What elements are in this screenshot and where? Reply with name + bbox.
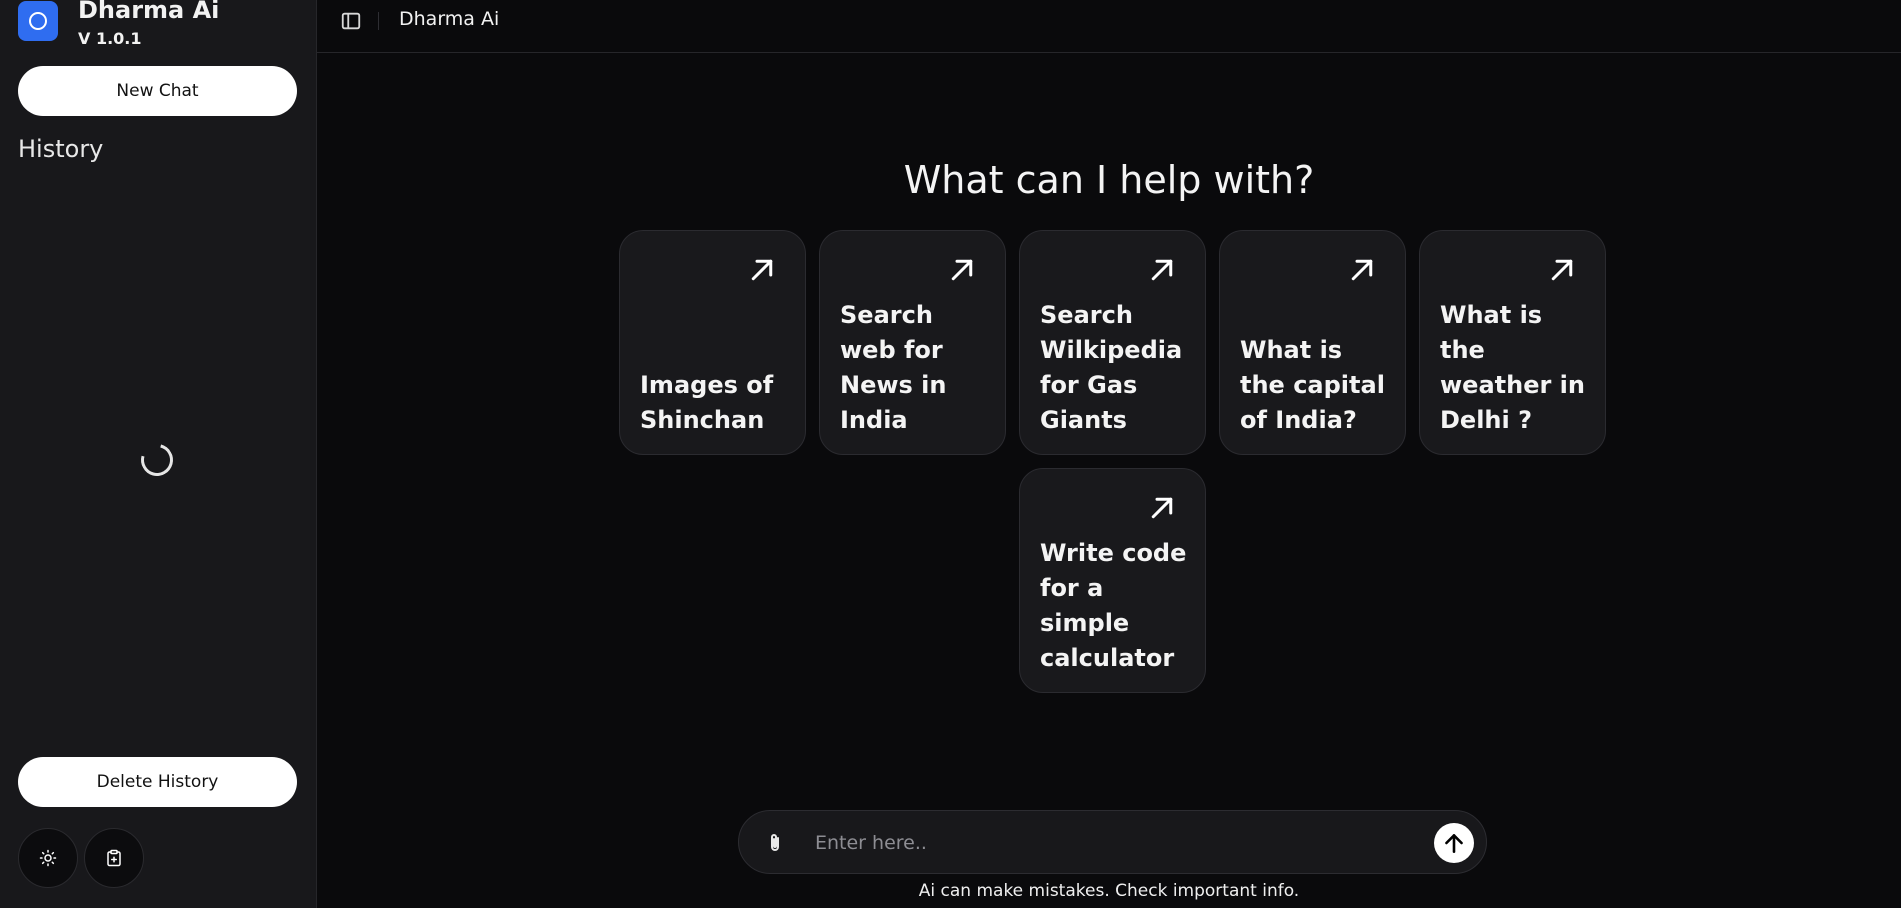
arrow-up-right-icon [1151, 259, 1173, 281]
app-logo-icon [18, 1, 58, 41]
theme-toggle-button[interactable] [18, 828, 78, 888]
arrow-up-right-icon [751, 259, 773, 281]
send-button[interactable] [1434, 823, 1474, 863]
suggestion-card-calculator-code[interactable]: Write code for a simple calculator [1019, 468, 1206, 693]
paperclip-icon[interactable] [763, 830, 787, 856]
clipboard-plus-icon [107, 849, 121, 867]
app-name: Dharma Ai [78, 0, 220, 24]
delete-history-button[interactable]: Delete History [18, 757, 297, 807]
suggestion-label: What is the weather in Delhi ? [1440, 301, 1585, 434]
app-window: Dharma Ai V 1.0.1 New Chat History Delet… [0, 0, 1901, 908]
app-version: V 1.0.1 [78, 29, 142, 48]
page-title: What can I help with? [903, 158, 1315, 202]
arrow-up-right-icon [951, 259, 973, 281]
new-chat-button[interactable]: New Chat [18, 66, 297, 116]
sidebar-toggle-icon[interactable] [340, 10, 362, 32]
history-title: History [18, 135, 104, 163]
suggestion-label: Search Wilkipedia for Gas Giants [1040, 301, 1183, 434]
arrow-up-right-icon [1351, 259, 1373, 281]
sun-icon [39, 849, 57, 867]
arrow-up-right-icon [1551, 259, 1573, 281]
clipboard-button[interactable] [84, 828, 144, 888]
suggestion-card-capital-of-india[interactable]: What is the capital of India? [1219, 230, 1406, 455]
message-input[interactable] [813, 823, 1377, 863]
sidebar: Dharma Ai V 1.0.1 New Chat History Delet… [0, 0, 317, 908]
top-bar: Dharma Ai [317, 0, 1901, 53]
suggestion-label: What is the capital of India? [1240, 336, 1385, 434]
disclaimer-text: Ai can make mistakes. Check important in… [918, 881, 1300, 901]
arrow-up-icon [1445, 834, 1463, 853]
suggestion-label: Search web for News in India [840, 301, 947, 434]
header-divider [378, 12, 379, 30]
loading-spinner-icon [135, 438, 179, 482]
header-title: Dharma Ai [399, 8, 500, 30]
suggestion-card-weather-delhi[interactable]: What is the weather in Delhi ? [1419, 230, 1606, 455]
suggestion-card-search-news[interactable]: Search web for News in India [819, 230, 1006, 455]
suggestion-card-search-wikipedia[interactable]: Search Wilkipedia for Gas Giants [1019, 230, 1206, 455]
message-composer [738, 810, 1487, 874]
arrow-up-right-icon [1151, 497, 1173, 519]
suggestion-label: Images of Shinchan [640, 371, 774, 434]
suggestion-card-images-of-shinchan[interactable]: Images of Shinchan [619, 230, 806, 455]
suggestion-label: Write code for a simple calculator [1040, 539, 1187, 672]
brand: Dharma Ai V 1.0.1 [18, 0, 219, 48]
